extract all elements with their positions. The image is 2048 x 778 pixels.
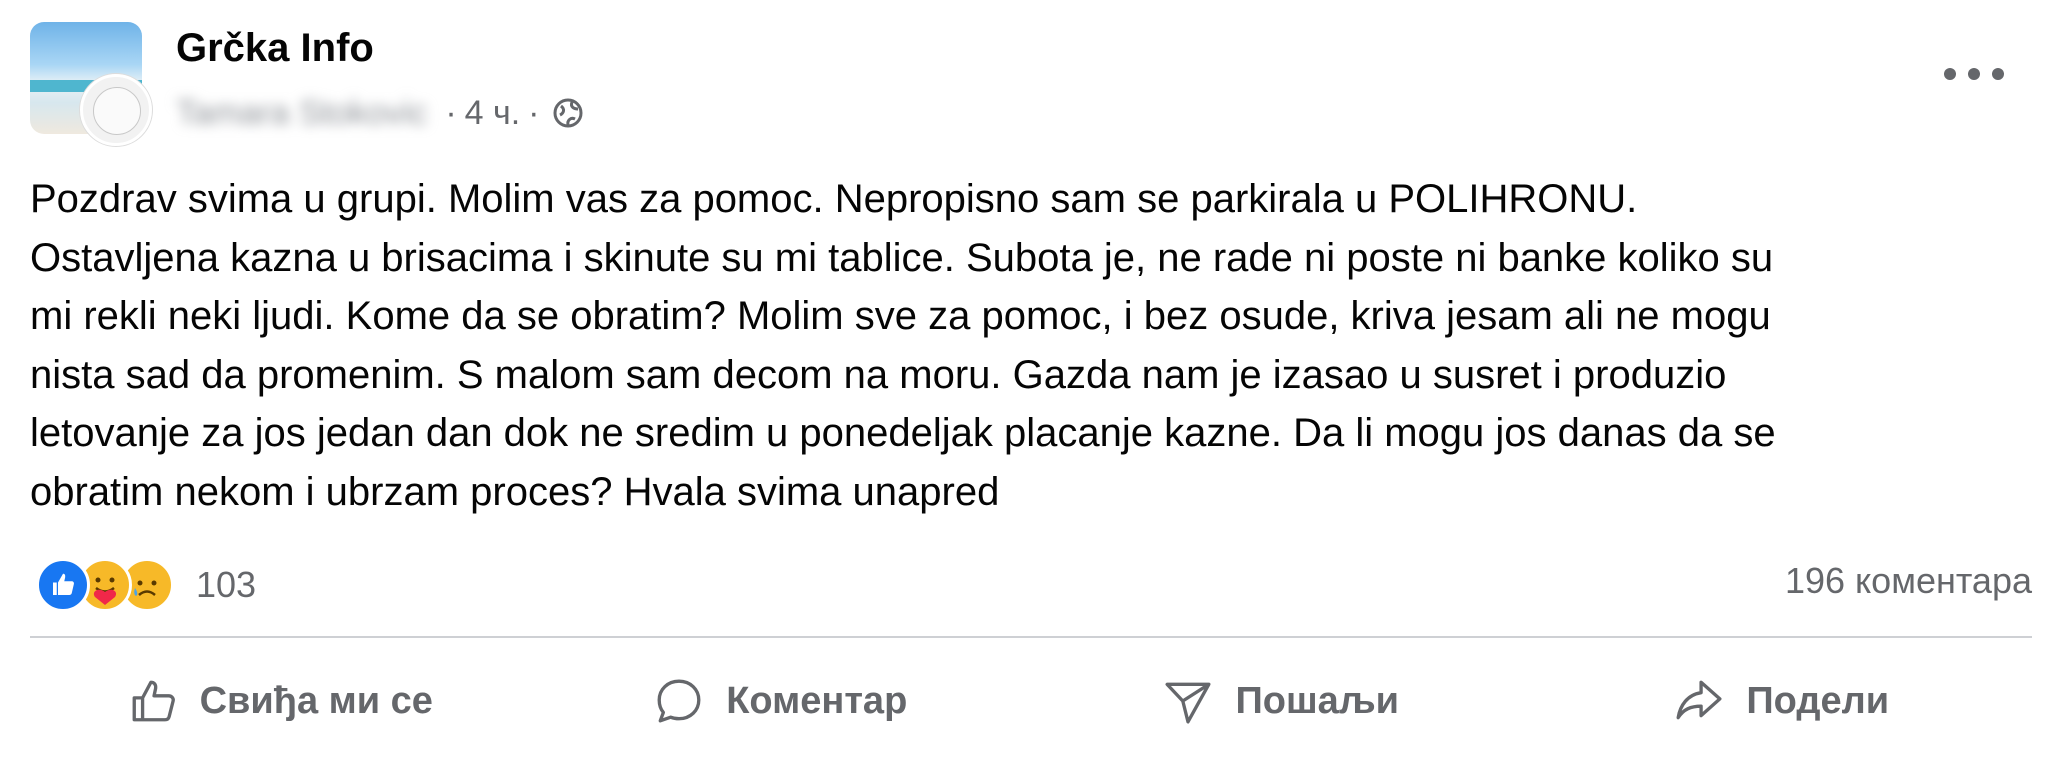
post-meta: Tamara Stokovic · 4 ч. · xyxy=(176,90,584,136)
author-avatar[interactable] xyxy=(80,74,152,146)
reaction-count[interactable]: 103 xyxy=(196,564,256,606)
reactions-summary[interactable]: 103 xyxy=(36,556,256,614)
post-text-line: Ostavljena kazna u brisacima i skinute s… xyxy=(30,235,1774,280)
divider xyxy=(30,636,2032,638)
comments-count-link[interactable]: 196 коментара xyxy=(1785,560,2032,602)
share-button-label: Подели xyxy=(1746,679,1890,722)
post-body: Pozdrav svima u grupi. Molim vas za pomo… xyxy=(30,170,2010,521)
globe-icon xyxy=(552,97,584,129)
avatar-logo xyxy=(93,87,141,135)
comment-bubble-icon xyxy=(657,679,701,723)
facebook-post: Grčka Info Tamara Stokovic · 4 ч. · Pozd… xyxy=(0,0,2048,778)
share-arrow-icon xyxy=(1676,680,1722,720)
like-icon xyxy=(36,558,90,612)
author-name-link[interactable]: Tamara Stokovic xyxy=(176,94,427,133)
meta-separator: · xyxy=(445,93,457,132)
comment-button-label: Коментар xyxy=(726,679,908,722)
share-button[interactable]: Подели xyxy=(1532,660,2033,742)
post-text-line: mi rekli neki ljudi. Kome da se obratim?… xyxy=(30,294,1771,338)
like-button[interactable]: Свиђа ми се xyxy=(30,660,531,742)
send-icon xyxy=(1165,682,1211,724)
post-timestamp[interactable]: 4 ч. xyxy=(465,94,521,133)
post-text-line: obratim nekom i ubrzam proces? Hvala svi… xyxy=(30,469,1000,514)
post-text-line: letovanje za jos jedan dan dok ne sredim… xyxy=(30,411,1776,455)
more-options-icon[interactable] xyxy=(1944,64,2004,84)
thumbs-up-icon xyxy=(132,680,175,722)
action-bar: Свиђа ми се Коментар Пошаљи Подели xyxy=(30,660,2032,742)
post-text-line: nista sad da promenim. S malom sam decom… xyxy=(30,352,1727,397)
meta-separator: · xyxy=(528,93,540,132)
send-button-label: Пошаљи xyxy=(1235,679,1399,722)
like-button-label: Свиђа ми се xyxy=(199,679,433,722)
comment-button[interactable]: Коментар xyxy=(531,660,1032,742)
send-button[interactable]: Пошаљи xyxy=(1031,660,1532,742)
post-text-line: Pozdrav svima u grupi. Molim vas za pomo… xyxy=(30,177,1638,221)
group-name-link[interactable]: Grčka Info xyxy=(176,26,374,71)
